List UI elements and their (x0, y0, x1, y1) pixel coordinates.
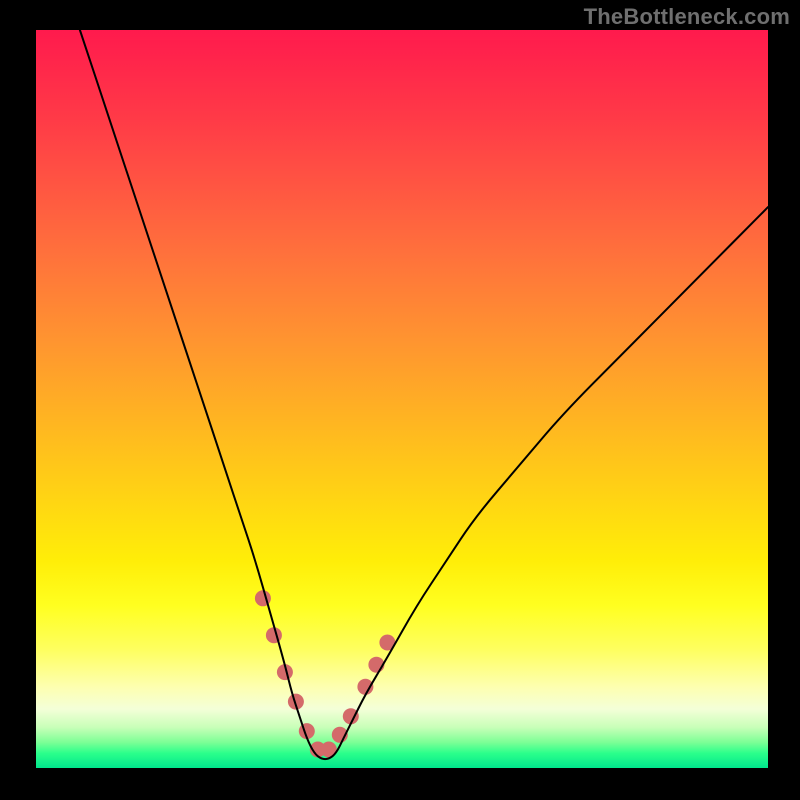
watermark-text: TheBottleneck.com (584, 4, 790, 30)
plot-area (36, 30, 768, 768)
bottleneck-curve-path (80, 30, 768, 759)
chart-frame: TheBottleneck.com (0, 0, 800, 800)
highlight-dots-group (255, 590, 396, 757)
curve-layer (36, 30, 768, 768)
highlight-dot (266, 627, 282, 643)
